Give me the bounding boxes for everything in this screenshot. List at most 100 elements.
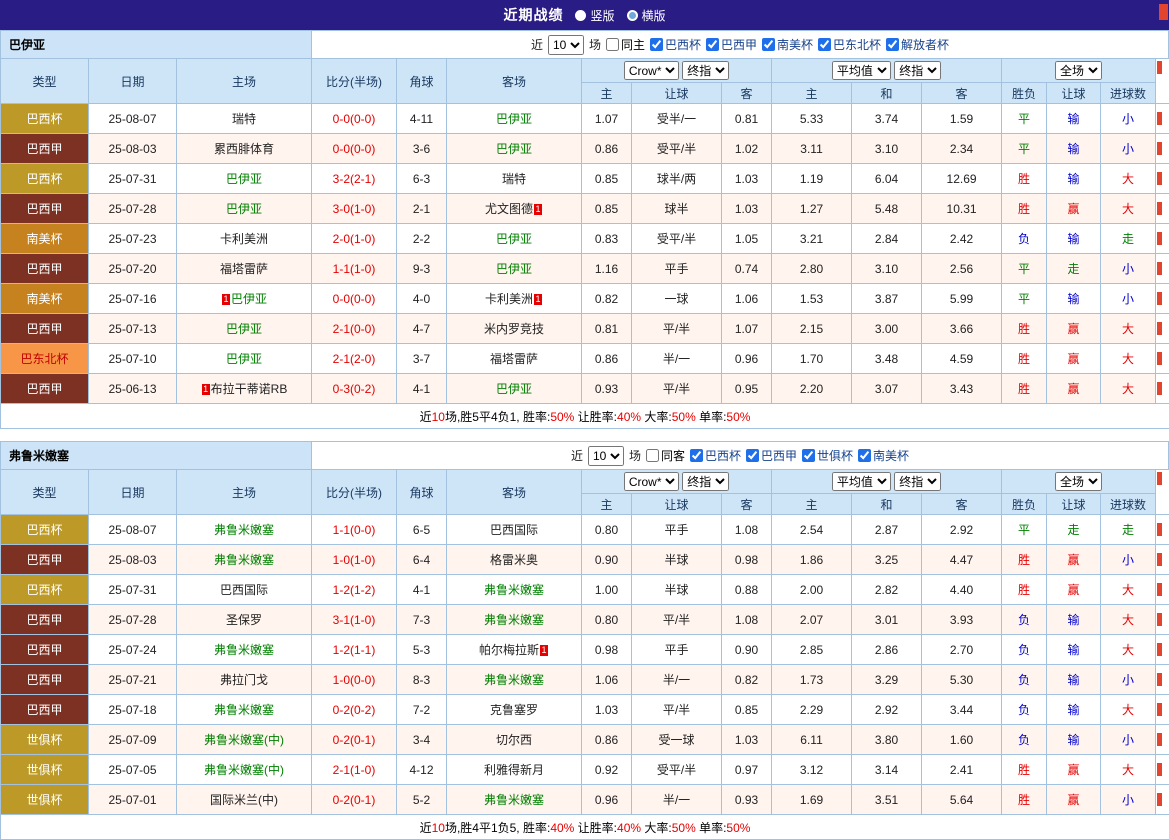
odds-handicap: 一球 <box>632 284 722 314</box>
col-odds-handicap: 让球 <box>632 83 722 104</box>
score-cell: 1-1(0-0) <box>312 515 397 545</box>
scroll-marker <box>1157 232 1162 245</box>
league-filter-南美杯[interactable]: 南美杯 <box>762 36 813 53</box>
score-cell: 1-2(1-2) <box>312 575 397 605</box>
away-team-cell: 帕尔梅拉斯1 <box>447 635 582 665</box>
league-filter-解放者杯[interactable]: 解放者杯 <box>886 36 949 53</box>
match-count-select[interactable]: 10 <box>588 446 624 466</box>
bookmaker-select[interactable]: Crow* <box>624 61 679 80</box>
summary-text: 场,胜4平1负5, 胜率: <box>445 821 550 835</box>
corner-cell: 2-1 <box>397 194 447 224</box>
summary-text: 40% <box>550 821 574 835</box>
league-checkbox[interactable] <box>802 449 815 462</box>
avg-home: 2.07 <box>772 605 852 635</box>
odds-handicap: 平/半 <box>632 374 722 404</box>
summary-text: 让胜率: <box>574 821 617 835</box>
team-name: 国际米兰(中) <box>210 793 278 807</box>
odds-source-header: Crow* 终指 <box>582 59 772 83</box>
team-name: 弗鲁米嫩塞 <box>1 442 312 469</box>
corner-cell: 4-1 <box>397 374 447 404</box>
avg-draw: 3.01 <box>852 605 922 635</box>
filter-bar: 近 10 场 同客 巴西杯巴西甲世俱杯南美杯 <box>312 442 1168 469</box>
league-filter-世俱杯[interactable]: 世俱杯 <box>802 447 853 464</box>
marker-cell <box>1156 194 1169 224</box>
layout-vertical-radio[interactable]: 竖版 <box>575 7 614 24</box>
avg-away: 3.43 <box>922 374 1002 404</box>
league-checkbox[interactable] <box>706 38 719 51</box>
col-odds-handicap: 让球 <box>632 494 722 515</box>
odds-final-select[interactable]: 终指 <box>682 61 729 80</box>
corner-cell: 4-7 <box>397 314 447 344</box>
odds-handicap: 半/一 <box>632 665 722 695</box>
league-filter-巴西杯[interactable]: 巴西杯 <box>650 36 701 53</box>
odds-home: 0.86 <box>582 134 632 164</box>
same-venue-filter[interactable]: 同客 <box>646 447 685 464</box>
same-venue-checkbox[interactable] <box>646 449 659 462</box>
odds-away: 1.08 <box>722 515 772 545</box>
radio-checked-icon <box>575 10 586 21</box>
scroll-marker <box>1157 673 1162 686</box>
avg-final-select[interactable]: 终指 <box>894 61 941 80</box>
avg-away: 2.92 <box>922 515 1002 545</box>
bookmaker-select[interactable]: Crow* <box>624 472 679 491</box>
league-checkbox[interactable] <box>690 449 703 462</box>
layout-horizontal-radio[interactable]: 横版 <box>627 7 666 24</box>
average-select[interactable]: 平均值 <box>832 61 891 80</box>
avg-draw: 3.07 <box>852 374 922 404</box>
team-name: 巴伊亚 <box>226 202 262 216</box>
odds-handicap: 平手 <box>632 515 722 545</box>
marker-cell <box>1156 665 1169 695</box>
date-cell: 25-07-09 <box>89 725 177 755</box>
col-date: 日期 <box>89 470 177 515</box>
scope-select[interactable]: 全场 <box>1055 61 1102 80</box>
date-cell: 25-07-13 <box>89 314 177 344</box>
league-filter-巴西甲[interactable]: 巴西甲 <box>746 447 797 464</box>
league-checkbox[interactable] <box>746 449 759 462</box>
scroll-marker <box>1157 142 1162 155</box>
avg-draw: 3.87 <box>852 284 922 314</box>
avg-home: 1.70 <box>772 344 852 374</box>
team-name: 巴伊亚 <box>496 232 532 246</box>
away-team-cell: 瑞特 <box>447 164 582 194</box>
average-select[interactable]: 平均值 <box>832 472 891 491</box>
avg-draw: 2.86 <box>852 635 922 665</box>
league-checkbox[interactable] <box>650 38 663 51</box>
red-card-indicator: 1 <box>534 204 542 215</box>
match-row: 巴西杯25-08-07瑞特0-0(0-0)4-11巴伊亚1.07受半/一0.81… <box>1 104 1169 134</box>
league-filter-巴东北杯[interactable]: 巴东北杯 <box>818 36 881 53</box>
odds-final-select[interactable]: 终指 <box>682 472 729 491</box>
team-name: 巴伊亚 <box>226 352 262 366</box>
scroll-marker <box>1157 262 1162 275</box>
corner-cell: 6-3 <box>397 164 447 194</box>
odds-away: 1.03 <box>722 164 772 194</box>
result-outcome: 负 <box>1002 224 1047 254</box>
league-checkbox[interactable] <box>886 38 899 51</box>
league-filter-巴西甲[interactable]: 巴西甲 <box>706 36 757 53</box>
result-outcome: 胜 <box>1002 164 1047 194</box>
league-checkbox[interactable] <box>858 449 871 462</box>
match-count-select[interactable]: 10 <box>548 35 584 55</box>
match-row: 巴西甲25-08-03弗鲁米嫩塞1-0(1-0)6-4格雷米奥0.90半球0.9… <box>1 545 1169 575</box>
team-name: 弗鲁米嫩塞 <box>484 793 544 807</box>
league-filter-南美杯[interactable]: 南美杯 <box>858 447 909 464</box>
league-filter-巴西杯[interactable]: 巴西杯 <box>690 447 741 464</box>
same-venue-filter[interactable]: 同主 <box>606 36 645 53</box>
league-checkbox[interactable] <box>818 38 831 51</box>
avg-final-select[interactable]: 终指 <box>894 472 941 491</box>
league-type-cell: 巴西甲 <box>1 605 89 635</box>
odds-away: 1.06 <box>722 284 772 314</box>
team-name: 布拉干蒂诺RB <box>211 382 288 396</box>
odds-home: 0.80 <box>582 515 632 545</box>
odds-handicap: 受平/半 <box>632 134 722 164</box>
avg-home: 1.86 <box>772 545 852 575</box>
scope-select[interactable]: 全场 <box>1055 472 1102 491</box>
summary-text: 大率: <box>641 410 672 424</box>
league-checkbox[interactable] <box>762 38 775 51</box>
date-cell: 25-07-10 <box>89 344 177 374</box>
summary-text: 50% <box>672 821 696 835</box>
same-venue-label: 同客 <box>661 447 685 464</box>
result-outcome: 负 <box>1002 725 1047 755</box>
scroll-marker <box>1157 172 1162 185</box>
result-handicap: 赢 <box>1047 194 1101 224</box>
same-venue-checkbox[interactable] <box>606 38 619 51</box>
